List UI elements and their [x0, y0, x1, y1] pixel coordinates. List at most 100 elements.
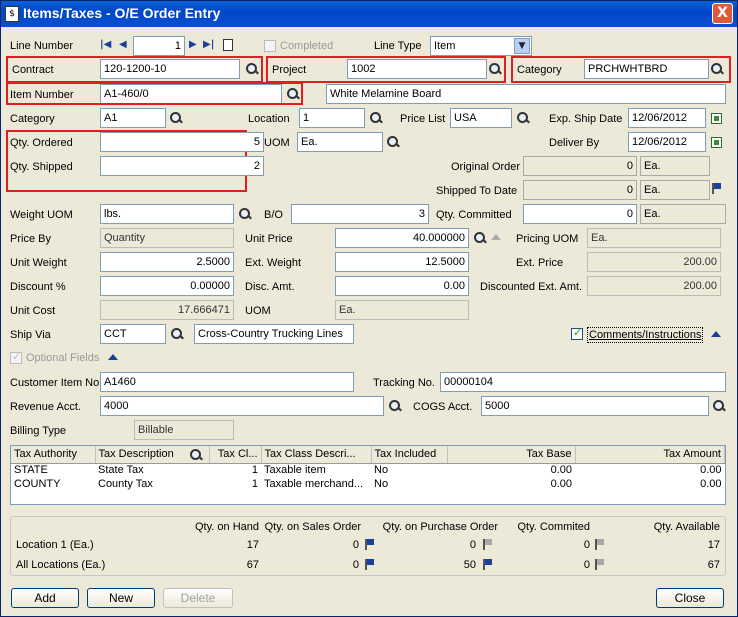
qty-committed-input[interactable]: 0 — [523, 204, 637, 224]
ship-via-description[interactable]: Cross-Country Trucking Lines — [194, 324, 354, 344]
location-available: 17 — [707, 539, 720, 551]
last-record-icon[interactable]: ▶| — [203, 39, 214, 50]
drilldown-icon[interactable] — [365, 539, 375, 550]
revenue-acct-search-icon[interactable] — [388, 399, 402, 413]
drilldown-icon[interactable] — [365, 559, 375, 570]
location-search-icon[interactable] — [369, 111, 383, 125]
all-committed: 0 — [583, 559, 590, 571]
add-button[interactable]: Add — [11, 588, 79, 608]
optional-fields-expand-icon[interactable] — [108, 354, 118, 360]
drilldown-icon[interactable] — [483, 539, 493, 550]
cogs-acct-input[interactable]: 5000 — [481, 396, 709, 416]
deliver-by-input[interactable]: 12/06/2012 — [628, 132, 706, 152]
tax-base-cell: 0.00 — [550, 478, 572, 490]
discounted-ext-amt-value: 200.00 — [587, 276, 721, 296]
tax-description-header[interactable]: Tax Description — [95, 446, 210, 464]
calendar-icon[interactable] — [711, 137, 722, 148]
disc-amt-input[interactable]: 0.00 — [335, 276, 469, 296]
stock-all-locations-label: All Locations (Ea.) — [16, 559, 106, 571]
qty-on-sales-order-header: Qty. on Sales Order — [264, 521, 361, 533]
revenue-acct-input[interactable]: 4000 — [100, 396, 384, 416]
tax-class-description-cell: Taxable item — [264, 464, 326, 477]
exp-ship-date-input[interactable]: 12/06/2012 — [628, 108, 706, 128]
price-list-input[interactable]: USA — [450, 108, 512, 128]
weight-uom-input[interactable]: lbs. — [100, 204, 234, 224]
comments-checkbox[interactable]: ✓ — [571, 326, 583, 340]
tax-authority-header[interactable]: Tax Authority — [11, 446, 96, 464]
discount-pct-input[interactable]: 0.00000 — [100, 276, 234, 296]
completed-checkbox[interactable] — [264, 40, 276, 52]
ext-weight-label: Ext. Weight — [245, 257, 302, 269]
cogs-acct-search-icon[interactable] — [712, 399, 726, 413]
cogs-acct-label: COGS Acct. — [413, 401, 473, 413]
tax-grid[interactable]: Tax Authority Tax Description Tax Cl... … — [10, 445, 726, 505]
tax-base-header[interactable]: Tax Base — [447, 446, 576, 464]
location-on-sales-order: 0 — [352, 539, 359, 551]
category-input[interactable]: A1 — [100, 108, 166, 128]
unit-cost-value: 17.666471 — [100, 300, 234, 320]
price-expand-icon[interactable] — [491, 234, 501, 240]
table-row[interactable]: STATE State Tax 1 Taxable item No 0.00 0… — [11, 463, 725, 477]
shipped-to-date-label: Shipped To Date — [436, 185, 518, 197]
billing-type-label: Billing Type — [10, 425, 67, 437]
tax-description-header-label: Tax Description — [98, 448, 174, 461]
all-on-sales-order: 0 — [352, 559, 359, 571]
uom-search-icon[interactable] — [386, 135, 400, 149]
qty-ordered-input[interactable]: 5 — [100, 132, 264, 152]
tax-included-header[interactable]: Tax Included — [371, 446, 448, 464]
comments-expand-icon[interactable] — [711, 331, 721, 337]
weight-uom-search-icon[interactable] — [238, 207, 252, 221]
chevron-down-icon[interactable]: ▼ — [514, 38, 530, 54]
unit-price-input[interactable]: 40.000000 — [335, 228, 469, 248]
qty-shipped-input[interactable]: 2 — [100, 156, 264, 176]
next-record-icon[interactable]: ▶ — [189, 39, 197, 50]
unit-weight-input[interactable]: 2.5000 — [100, 252, 234, 272]
line-number-input[interactable]: 1 — [133, 36, 185, 56]
location-committed: 0 — [583, 539, 590, 551]
table-row[interactable]: COUNTY County Tax 1 Taxable merchand... … — [11, 477, 725, 491]
tax-amount-cell: 0.00 — [700, 478, 722, 490]
location-on-purchase-order: 0 — [469, 539, 476, 551]
title-bar: $ Items/Taxes - O/E Order Entry X — [1, 1, 737, 27]
close-window-button[interactable]: X — [712, 3, 733, 24]
unit-price-search-icon[interactable] — [473, 231, 487, 245]
drilldown-icon[interactable] — [595, 559, 605, 570]
tax-authority-cell: STATE — [14, 464, 48, 477]
ext-weight-input[interactable]: 12.5000 — [335, 252, 469, 272]
first-record-icon[interactable]: |◀ — [100, 39, 111, 50]
tracking-no-input[interactable]: 00000104 — [440, 372, 726, 392]
optional-fields-checkbox[interactable]: ✓ — [10, 350, 22, 364]
customer-item-no-input[interactable]: A1460 — [100, 372, 354, 392]
price-by-value: Quantity — [100, 228, 234, 248]
ship-via-search-icon[interactable] — [170, 327, 184, 341]
item-description-input[interactable]: White Melamine Board — [326, 84, 726, 104]
calendar-icon[interactable] — [711, 113, 722, 124]
ship-via-label: Ship Via — [10, 329, 51, 341]
tax-amount-header[interactable]: Tax Amount — [575, 446, 725, 464]
unit-weight-label: Unit Weight — [10, 257, 67, 269]
discounted-ext-amt-label: Discounted Ext. Amt. — [480, 281, 583, 293]
new-document-icon[interactable] — [223, 39, 233, 51]
new-button[interactable]: New — [87, 588, 155, 608]
tax-description-cell: State Tax — [98, 464, 144, 477]
comments-instructions-link[interactable]: Comments/Instructions — [587, 327, 704, 343]
location-input[interactable]: 1 — [299, 108, 365, 128]
uom-input[interactable]: Ea. — [297, 132, 383, 152]
drilldown-icon[interactable] — [483, 559, 493, 570]
tax-class-header[interactable]: Tax Cl... — [209, 446, 262, 464]
disc-amt-label: Disc. Amt. — [245, 281, 295, 293]
price-list-search-icon[interactable] — [516, 111, 530, 125]
tax-search-icon[interactable] — [189, 448, 203, 462]
bo-input[interactable]: 3 — [291, 204, 429, 224]
tax-class-description-header[interactable]: Tax Class Descri... — [261, 446, 372, 464]
tax-included-cell: No — [374, 464, 389, 477]
prev-record-icon[interactable]: ◀ — [119, 39, 127, 50]
qty-on-purchase-order-header: Qty. on Purchase Order — [382, 521, 498, 533]
delete-button[interactable]: Delete — [163, 588, 233, 608]
tax-table: Tax Authority Tax Description Tax Cl... … — [11, 446, 725, 491]
category-search-icon[interactable] — [169, 111, 183, 125]
drilldown-icon[interactable] — [712, 183, 722, 194]
ship-via-input[interactable]: CCT — [100, 324, 166, 344]
close-button[interactable]: Close — [656, 588, 724, 608]
drilldown-icon[interactable] — [595, 539, 605, 550]
